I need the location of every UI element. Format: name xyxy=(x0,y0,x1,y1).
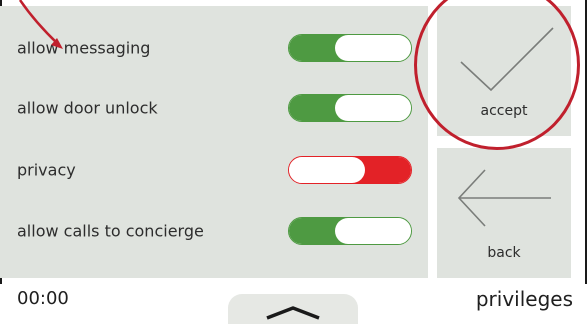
allow-calls-to-concierge-toggle[interactable] xyxy=(288,217,412,245)
setting-row-allow-door-unlock: allow door unlock xyxy=(0,88,428,128)
drawer-handle[interactable] xyxy=(228,294,358,324)
privacy-toggle[interactable] xyxy=(288,156,412,184)
toggle-knob xyxy=(335,35,411,61)
privileges-settings-panel: allow messaging allow door unlock privac… xyxy=(0,6,428,278)
toggle-knob xyxy=(335,218,411,244)
back-label: back xyxy=(487,245,521,261)
setting-label: allow calls to concierge xyxy=(17,221,204,241)
status-bar: 00:00 privileges xyxy=(0,284,587,324)
arrow-left-icon xyxy=(457,169,551,227)
setting-row-allow-calls-to-concierge: allow calls to concierge xyxy=(0,211,428,251)
setting-label: privacy xyxy=(17,160,76,180)
allow-messaging-toggle[interactable] xyxy=(288,34,412,62)
checkmark-icon xyxy=(460,27,554,92)
toggle-knob xyxy=(335,95,411,121)
setting-row-privacy: privacy xyxy=(0,150,428,190)
chevron-up-icon xyxy=(266,306,320,320)
allow-door-unlock-toggle[interactable] xyxy=(288,94,412,122)
intercom-screen: allow messaging allow door unlock privac… xyxy=(0,0,587,324)
page-title: privileges xyxy=(475,287,573,311)
toggle-knob xyxy=(289,157,365,183)
back-button[interactable]: back xyxy=(437,148,571,278)
setting-label: allow messaging xyxy=(17,38,151,58)
accept-label: accept xyxy=(480,103,528,119)
setting-row-allow-messaging: allow messaging xyxy=(0,28,428,68)
accept-button[interactable]: accept xyxy=(437,6,571,136)
setting-label: allow door unlock xyxy=(17,98,158,118)
clock-time: 00:00 xyxy=(17,288,69,309)
